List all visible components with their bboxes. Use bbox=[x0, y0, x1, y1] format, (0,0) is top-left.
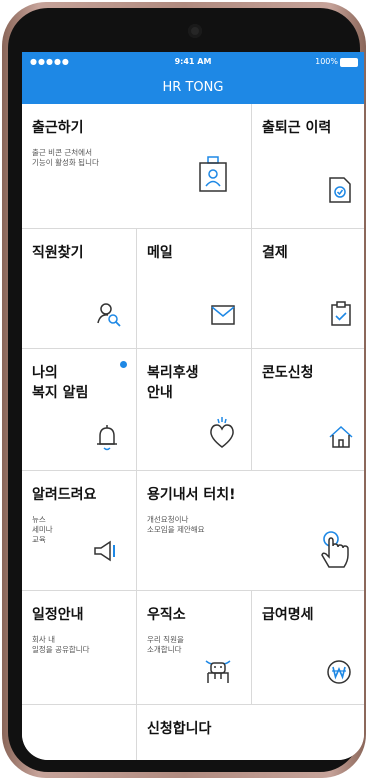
tile-title: 용기내서 터치! bbox=[147, 487, 236, 503]
tile-welfare-alert[interactable]: 나의 복지 알림 bbox=[22, 349, 137, 471]
menu-grid: 출근하기 출근 비콘 근처에서 기능이 활성화 됩니다 출퇴근 이력 직원찾기 … bbox=[22, 104, 364, 760]
tile-title: 급여명세 bbox=[262, 607, 314, 623]
tile-title: 결제 bbox=[262, 245, 288, 261]
document-check-icon bbox=[328, 176, 352, 204]
tile-desc: 회사 내 일정을 공유합니다 bbox=[32, 635, 90, 654]
tile-apply[interactable]: 신청합니다 bbox=[137, 705, 364, 760]
tile-desc: 우리 직원을 소개합니다 bbox=[147, 635, 184, 654]
app-bar: HR TONG bbox=[22, 72, 364, 104]
tile-title: 메일 bbox=[147, 245, 173, 261]
tile-condo[interactable]: 콘도신청 bbox=[252, 349, 364, 471]
status-time: 9:41 AM bbox=[174, 57, 212, 66]
tile-desc: 개선요청이나 소모임을 제안해요 bbox=[147, 515, 205, 534]
cow-icon bbox=[203, 657, 233, 685]
hand-touch-icon bbox=[319, 527, 353, 573]
tile-payslip[interactable]: 급여명세 bbox=[252, 591, 364, 705]
tile-desc: 뉴스 세미나 교육 bbox=[32, 515, 53, 544]
user-search-icon bbox=[96, 301, 122, 327]
front-camera bbox=[188, 24, 202, 38]
tile-approval[interactable]: 결제 bbox=[252, 229, 364, 349]
tile-notice[interactable]: 알려드려요 뉴스 세미나 교육 bbox=[22, 471, 137, 591]
tile-empty bbox=[22, 705, 137, 760]
tile-title: 복리후생 안내 bbox=[147, 365, 199, 401]
tile-title: 나의 복지 알림 bbox=[32, 365, 89, 401]
tile-title: 직원찾기 bbox=[32, 245, 84, 261]
house-icon bbox=[328, 425, 354, 449]
tile-welfare-info[interactable]: 복리후생 안내 bbox=[137, 349, 252, 471]
notification-dot bbox=[120, 361, 127, 368]
tile-title: 출근하기 bbox=[32, 120, 84, 136]
won-coin-icon bbox=[326, 659, 352, 685]
tile-introduce-staff[interactable]: 우직소 우리 직원을 소개합니다 bbox=[137, 591, 252, 705]
battery-icon bbox=[340, 58, 358, 67]
screen: ●●●●● 9:41 AM 100% HR TONG 출근하기 출근 비콘 근처… bbox=[22, 52, 364, 760]
app-title: HR TONG bbox=[162, 80, 224, 95]
tile-checkin[interactable]: 출근하기 출근 비콘 근처에서 기능이 활성화 됩니다 bbox=[22, 104, 252, 229]
envelope-icon bbox=[211, 305, 235, 325]
heart-icon bbox=[209, 417, 235, 449]
tile-title: 일정안내 bbox=[32, 607, 84, 623]
tile-courage-touch[interactable]: 용기내서 터치! 개선요청이나 소모임을 제안해요 bbox=[137, 471, 364, 591]
tile-title: 알려드려요 bbox=[32, 487, 97, 503]
tile-attendance-history[interactable]: 출퇴근 이력 bbox=[252, 104, 364, 229]
tile-schedule[interactable]: 일정안내 회사 내 일정을 공유합니다 bbox=[22, 591, 137, 705]
megaphone-icon bbox=[92, 539, 118, 563]
bell-icon bbox=[96, 425, 118, 451]
battery-percent: 100% bbox=[315, 57, 338, 66]
tile-find-staff[interactable]: 직원찾기 bbox=[22, 229, 137, 349]
tile-mail[interactable]: 메일 bbox=[137, 229, 252, 349]
tile-title: 신청합니다 bbox=[147, 721, 212, 737]
clipboard-check-icon bbox=[330, 301, 352, 327]
status-bar: ●●●●● 9:41 AM 100% bbox=[22, 52, 364, 72]
tile-desc: 출근 비콘 근처에서 기능이 활성화 됩니다 bbox=[32, 148, 99, 167]
tile-title: 우직소 bbox=[147, 607, 186, 623]
tile-title: 콘도신청 bbox=[262, 365, 314, 381]
id-badge-icon bbox=[198, 156, 228, 192]
tile-title: 출퇴근 이력 bbox=[262, 120, 332, 136]
